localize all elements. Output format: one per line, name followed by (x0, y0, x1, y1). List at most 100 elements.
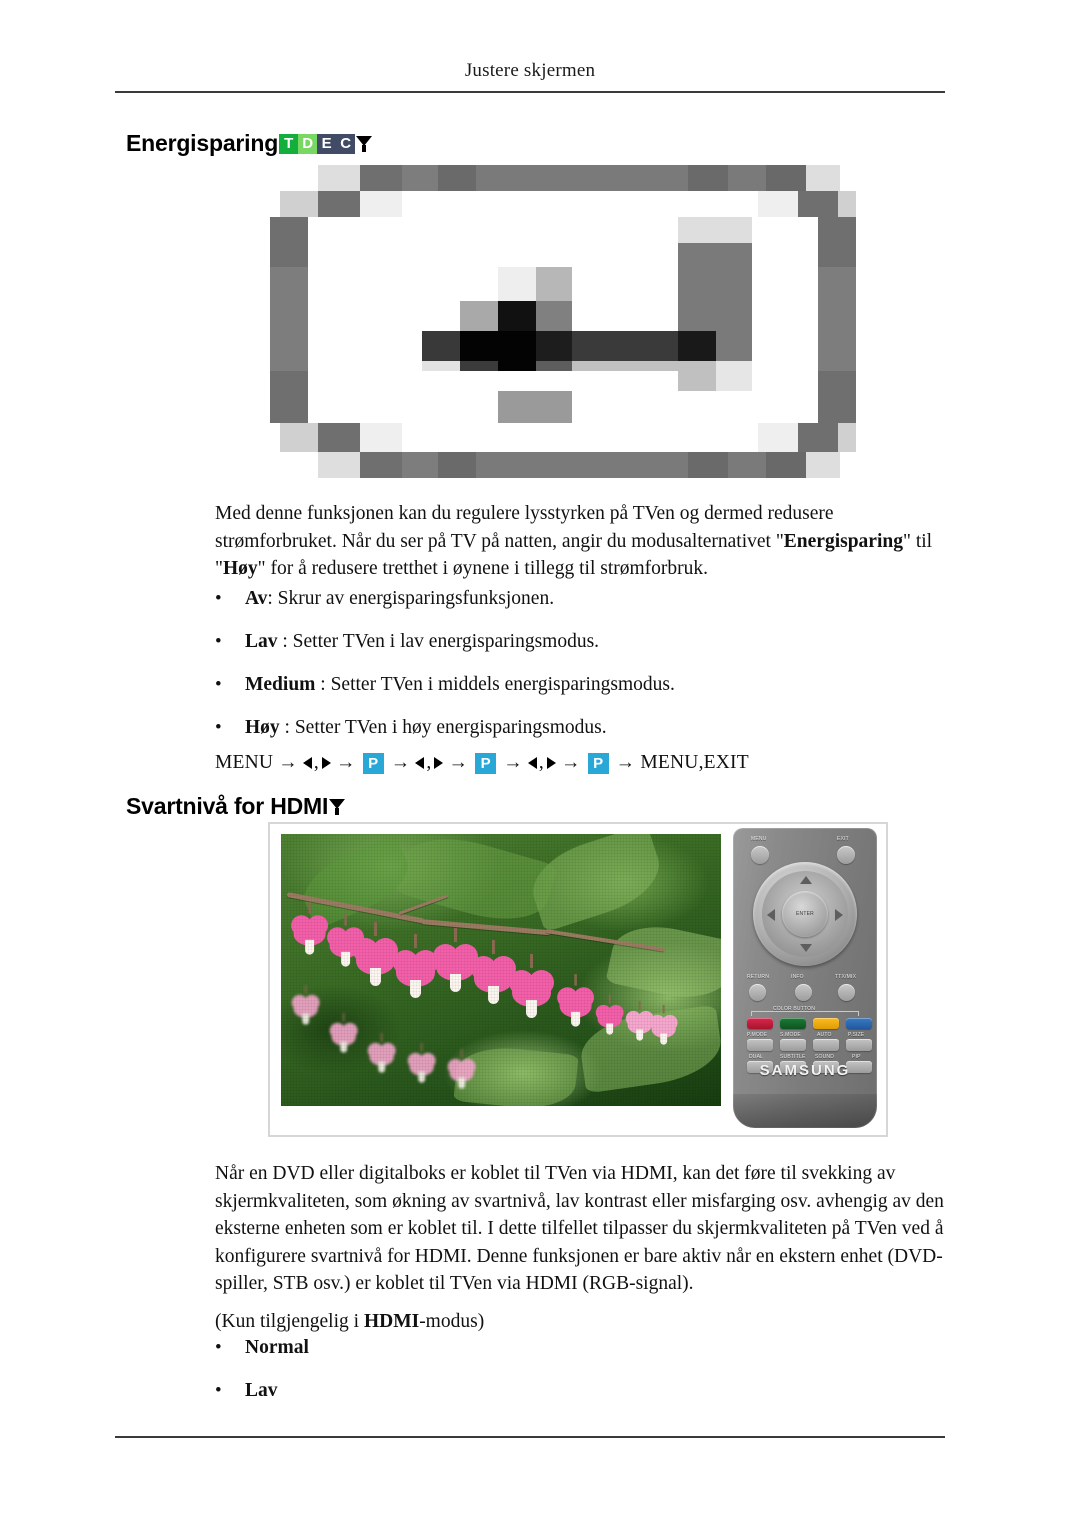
dpad-down-arrow-icon[interactable] (800, 944, 812, 952)
bullet-dot: • (215, 717, 222, 738)
svartniva-bullet-list: • Normal • Lav (215, 1337, 960, 1423)
section-heading-svartniva-text: Svartnivå for HDMI (126, 793, 329, 819)
bullet-dot: • (215, 588, 222, 609)
arrow-right-glyph: → (560, 752, 581, 773)
remote-pip-label: PIP (852, 1054, 861, 1060)
p-button-icon: P (362, 752, 384, 774)
arrow-right-glyph: → (448, 752, 469, 773)
remote-info-button[interactable] (795, 984, 812, 1001)
list-item-text: Normal (245, 1337, 309, 1359)
remote-yellow-button[interactable] (813, 1018, 839, 1029)
nav-start-label: MENU (215, 752, 274, 773)
arrow-right-glyph: → (390, 752, 411, 773)
energisparing-osd-figure (270, 165, 856, 478)
svartniva-note-prefix: (Kun tilgjengelig i (215, 1311, 364, 1332)
badge-c: C (336, 133, 356, 154)
left-arrow-icon (302, 757, 312, 769)
page-running-header: Justere skjermen (464, 60, 596, 81)
svartniva-note: (Kun tilgjengelig i HDMI-modus) (215, 1308, 960, 1336)
remote-auto-label: AUTO (817, 1032, 832, 1038)
flower-bloom (291, 984, 321, 1025)
remote-psize-button[interactable] (846, 1039, 872, 1051)
svartniva-paragraph: Når en DVD eller digitalboks er koblet t… (215, 1163, 944, 1294)
remote-dual-label: DUAL (749, 1054, 764, 1060)
flower-bloom (329, 1012, 359, 1053)
section-heading-svartniva: Svartnivå for HDMI (126, 793, 346, 820)
right-arrow-icon (322, 757, 331, 769)
dpad-up-arrow-icon[interactable] (800, 876, 812, 884)
list-item-term: Normal (245, 1337, 309, 1358)
nav-comma: , (426, 752, 432, 773)
bullet-dot: • (215, 1380, 222, 1401)
remote-enter-button[interactable]: ENTER (782, 891, 828, 937)
flower-bloom (291, 902, 329, 955)
flower-bud (649, 1004, 679, 1045)
mode-badges: T D E C (279, 133, 356, 154)
section-heading-energisparing-text: Energisparing (126, 130, 279, 156)
remote-smode-button[interactable] (780, 1039, 806, 1051)
flower-bloom (447, 1048, 477, 1089)
list-item-text: Lav (245, 1380, 278, 1402)
energisparing-paragraph-bold1: Energisparing (783, 530, 903, 552)
list-item-text: Høy : Setter TVen i høy energisparingsmo… (245, 717, 607, 739)
list-item-text: Lav : Setter TVen i lav energisparingsmo… (245, 631, 599, 653)
arrow-right-glyph: → (615, 752, 636, 773)
list-item-rest: : Skrur av energisparingsfunksjonen. (267, 588, 555, 609)
list-item-text: Medium : Setter TVen i middels energispa… (245, 674, 675, 696)
remote-info-label: INFO (791, 974, 804, 980)
badge-e: E (317, 133, 337, 154)
remote-brand-logo: SAMSUNG (759, 1062, 851, 1079)
remote-pmode-label: P.MODE (747, 1032, 768, 1038)
samsung-remote-control: MENU EXIT ENTER RETURN INFO TTX/MIX COLO… (725, 824, 885, 1136)
funnel-icon (356, 134, 373, 154)
section-heading-energisparing: Energisparing T D E C (126, 130, 373, 157)
remote-pmode-button[interactable] (747, 1039, 773, 1051)
energisparing-paragraph-bold2: Høy (222, 558, 258, 579)
list-item: • Av: Skrur av energisparingsfunksjonen. (215, 588, 960, 610)
remote-ttxmix-label: TTX/MIX (835, 974, 857, 980)
arrow-right-glyph: → (503, 752, 523, 773)
list-item: • Høy : Setter TVen i høy energisparings… (215, 717, 960, 739)
energisparing-paragraph: Med denne funksjonen kan du regulere lys… (215, 500, 960, 583)
bullet-dot: • (215, 631, 222, 652)
nav-end-label: MENU,EXIT (640, 752, 749, 773)
remote-menu-button[interactable] (751, 846, 769, 864)
dpad-left-arrow-icon[interactable] (767, 909, 775, 921)
arrow-right-glyph: → (278, 752, 298, 773)
p-button-icon: P (587, 752, 609, 774)
remote-sound-label: SOUND (815, 1054, 835, 1060)
remote-ttxmix-button[interactable] (838, 984, 855, 1001)
remote-psize-label: P.SIZE (848, 1032, 865, 1038)
bullet-dot: • (215, 674, 222, 695)
nav-comma: , (538, 752, 544, 773)
list-item: • Normal (215, 1337, 960, 1359)
list-item-term: Lav (245, 631, 278, 652)
remote-red-button[interactable] (747, 1018, 773, 1029)
remote-return-button[interactable] (749, 984, 766, 1001)
right-arrow-icon (434, 757, 444, 769)
list-item: • Lav : Setter TVen i lav energisparings… (215, 631, 960, 653)
remote-menu-label: MENU (751, 836, 767, 842)
badge-d: D (298, 133, 318, 154)
remote-green-button[interactable] (780, 1018, 806, 1029)
list-item: • Lav (215, 1380, 960, 1402)
remote-dpad[interactable]: ENTER (753, 862, 857, 966)
flower-bloom (595, 994, 625, 1035)
energisparing-paragraph-part3: " for å redusere tretthet i øynene i til… (257, 558, 709, 579)
p-button-icon: P (475, 752, 497, 774)
svartniva-figure: MENU EXIT ENTER RETURN INFO TTX/MIX COLO… (268, 822, 888, 1137)
dpad-right-arrow-icon[interactable] (835, 909, 843, 921)
list-item-text: Av: Skrur av energisparingsfunksjonen. (245, 588, 554, 610)
remote-blue-button[interactable] (846, 1018, 872, 1029)
list-item-rest: : Setter TVen i lav energisparingsmodus. (277, 631, 600, 652)
remote-exit-label: EXIT (837, 836, 849, 842)
flower-bloom (367, 1032, 397, 1073)
arrow-right-glyph: → (336, 752, 356, 773)
list-item-rest: : Setter TVen i høy energisparingsmodus. (279, 717, 607, 738)
left-arrow-icon (415, 757, 425, 769)
remote-exit-button[interactable] (837, 846, 855, 864)
remote-auto-button[interactable] (813, 1039, 839, 1051)
funnel-icon (329, 797, 346, 817)
bullet-dot: • (215, 1337, 222, 1358)
nav-comma: , (313, 752, 319, 773)
